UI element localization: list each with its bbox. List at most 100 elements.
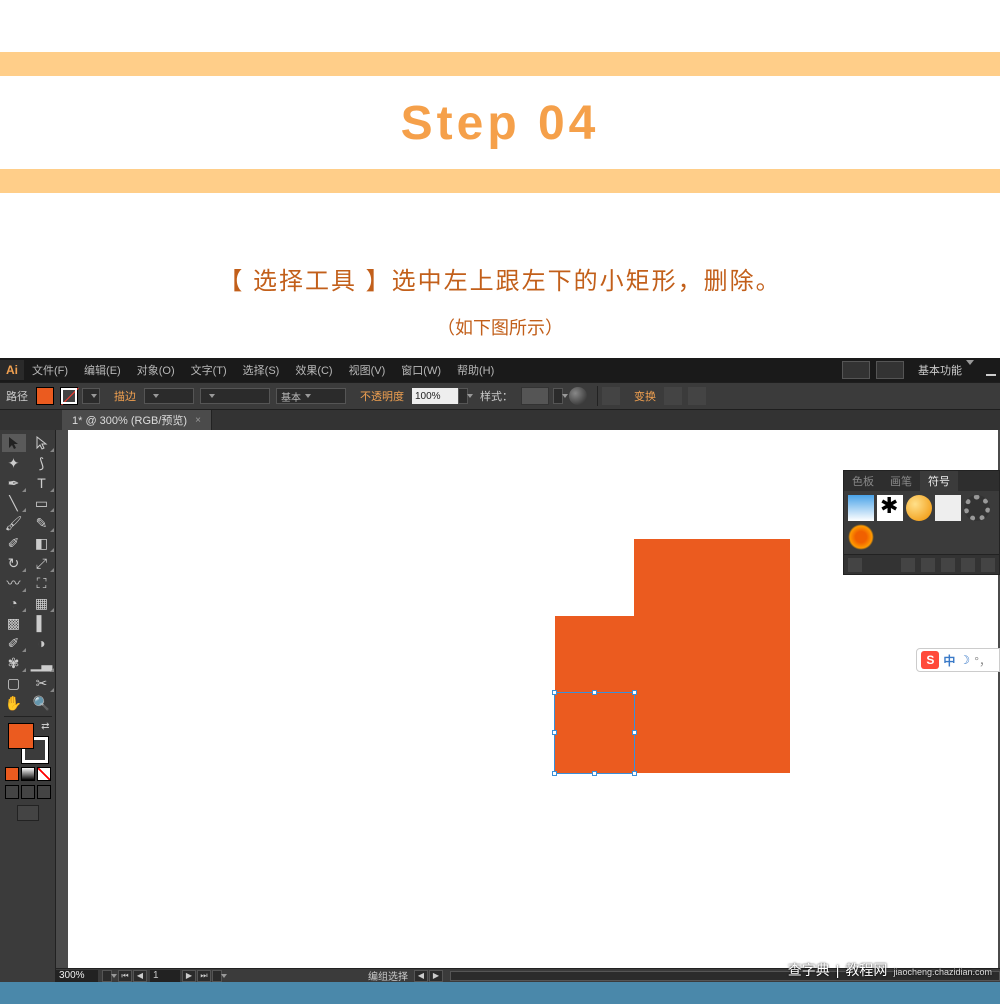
line-tool[interactable]: ╲	[2, 494, 26, 512]
stroke-color-swatch[interactable]	[60, 387, 78, 405]
graphic-style-swatch[interactable]	[521, 387, 549, 405]
width-tool[interactable]: 〰	[2, 574, 26, 592]
eyedropper-tool[interactable]: ✐	[2, 634, 26, 652]
menu-object[interactable]: 对象(O)	[129, 362, 183, 378]
last-artboard-button[interactable]: ⏭	[197, 970, 211, 982]
selection-tool[interactable]	[2, 434, 26, 452]
eraser-tool[interactable]: ◧	[30, 534, 54, 552]
new-symbol-icon[interactable]	[961, 558, 975, 572]
menu-view[interactable]: 视图(V)	[341, 362, 394, 378]
menu-window[interactable]: 窗口(W)	[393, 362, 449, 378]
rotate-tool[interactable]: ↻	[2, 554, 26, 572]
symbol-item[interactable]	[848, 495, 874, 521]
symbol-libraries-icon[interactable]	[848, 558, 862, 572]
selected-rect[interactable]	[555, 693, 634, 773]
style-dropdown[interactable]	[553, 388, 563, 404]
artboard-number-field[interactable]: 1	[150, 970, 180, 982]
status-left-arrow[interactable]: ◀	[414, 970, 428, 982]
artboard-nav-dropdown[interactable]	[212, 970, 222, 982]
opacity-field[interactable]: 100%	[412, 388, 458, 404]
ime-indicator[interactable]: S 中 ☽ °，	[916, 648, 1000, 672]
ai-body: ✦ ⟆ ✒ T ╲ ▭ 🖌 ✎ ✐ ◧ ↻ ⤢ 〰 ⛶ ◔ ▦ ▩	[0, 430, 1000, 982]
lasso-tool[interactable]: ⟆	[30, 454, 54, 472]
gradient-tool[interactable]: ▌	[30, 614, 54, 632]
prev-artboard-button[interactable]: ◀	[133, 970, 147, 982]
workspace-switcher[interactable]: 基本功能	[910, 362, 982, 378]
draw-inside-icon[interactable]	[37, 785, 51, 799]
opacity-dropdown[interactable]	[458, 388, 468, 404]
opacity-link[interactable]: 不透明度	[360, 388, 404, 404]
next-artboard-button[interactable]: ▶	[182, 970, 196, 982]
menu-effect[interactable]: 效果(C)	[287, 362, 340, 378]
symbol-item[interactable]	[877, 495, 903, 521]
isolate-icon[interactable]	[664, 387, 682, 405]
pen-tool[interactable]: ✒	[2, 474, 26, 492]
menu-file[interactable]: 文件(F)	[24, 362, 76, 378]
zoom-field[interactable]: 300%	[56, 970, 98, 982]
artboard-tool[interactable]: ▢	[2, 674, 26, 692]
menu-help[interactable]: 帮助(H)	[449, 362, 502, 378]
screen-mode-button[interactable]	[17, 805, 39, 821]
fill-color-swatch[interactable]	[36, 387, 54, 405]
color-mode-none[interactable]	[37, 767, 51, 781]
menu-edit[interactable]: 编辑(E)	[76, 362, 129, 378]
minimize-button[interactable]	[982, 361, 1000, 379]
stroke-weight-field[interactable]	[144, 388, 194, 404]
free-transform-tool[interactable]: ⛶	[30, 574, 54, 592]
symbol-item[interactable]	[935, 495, 961, 521]
shape-right-rect[interactable]	[634, 539, 790, 773]
panel-tab-symbols[interactable]: 符号	[920, 471, 958, 491]
status-right-arrow[interactable]: ▶	[429, 970, 443, 982]
menu-type[interactable]: 文字(T)	[183, 362, 235, 378]
draw-normal-icon[interactable]	[5, 785, 19, 799]
pencil-tool[interactable]: ✎	[30, 514, 54, 532]
transform-link[interactable]: 变换	[634, 388, 656, 404]
perspective-grid-tool[interactable]: ▦	[30, 594, 54, 612]
brush-definition[interactable]: 基本	[276, 388, 346, 404]
swap-fill-stroke-icon[interactable]: ⇄	[41, 721, 49, 732]
magic-wand-tool[interactable]: ✦	[2, 454, 26, 472]
scale-tool[interactable]: ⤢	[30, 554, 54, 572]
delete-symbol-icon[interactable]	[981, 558, 995, 572]
close-tab-icon[interactable]: ×	[195, 415, 201, 426]
titlebar-layout1-icon[interactable]	[842, 361, 870, 379]
symbol-options-icon[interactable]	[941, 558, 955, 572]
column-graph-tool[interactable]: ▁▃	[30, 654, 54, 672]
color-mode-gradient[interactable]	[21, 767, 35, 781]
zoom-dropdown[interactable]	[102, 970, 112, 982]
symbol-item[interactable]	[964, 495, 990, 521]
symbol-item[interactable]	[906, 495, 932, 521]
align-icon[interactable]	[602, 387, 620, 405]
recolor-icon[interactable]	[569, 387, 587, 405]
break-link-icon[interactable]	[921, 558, 935, 572]
zoom-tool[interactable]: 🔍	[30, 694, 54, 712]
mesh-tool[interactable]: ▩	[2, 614, 26, 632]
fill-proxy[interactable]	[8, 723, 34, 749]
symbol-item[interactable]	[848, 524, 874, 550]
direct-selection-tool[interactable]	[30, 434, 54, 452]
document-tab[interactable]: 1* @ 300% (RGB/预览) ×	[62, 410, 212, 430]
titlebar-layout2-icon[interactable]	[876, 361, 904, 379]
extra-option-icon[interactable]	[688, 387, 706, 405]
ai-optionsbar: 路径 描边 基本 不透明度 100% 样式： 变换	[0, 382, 1000, 410]
blend-tool[interactable]: ◑	[30, 634, 54, 652]
place-symbol-icon[interactable]	[901, 558, 915, 572]
hand-tool[interactable]: ✋	[2, 694, 26, 712]
stroke-link[interactable]: 描边	[114, 388, 136, 404]
panel-tab-brushes[interactable]: 画笔	[882, 471, 920, 491]
color-mode-solid[interactable]	[5, 767, 19, 781]
variable-width-profile[interactable]	[200, 388, 270, 404]
draw-behind-icon[interactable]	[21, 785, 35, 799]
panel-tab-swatches[interactable]: 色板	[844, 471, 882, 491]
fill-stroke-control[interactable]: ⇄	[8, 723, 48, 763]
slice-tool[interactable]: ✂	[30, 674, 54, 692]
stroke-dropdown[interactable]	[82, 388, 100, 404]
paintbrush-tool[interactable]: 🖌	[2, 514, 26, 532]
rectangle-tool[interactable]: ▭	[30, 494, 54, 512]
symbol-sprayer-tool[interactable]: ✾	[2, 654, 26, 672]
type-tool[interactable]: T	[30, 474, 54, 492]
menu-select[interactable]: 选择(S)	[235, 362, 288, 378]
blob-brush-tool[interactable]: ✐	[2, 534, 26, 552]
first-artboard-button[interactable]: ⏮	[118, 970, 132, 982]
shape-builder-tool[interactable]: ◔	[2, 594, 26, 612]
